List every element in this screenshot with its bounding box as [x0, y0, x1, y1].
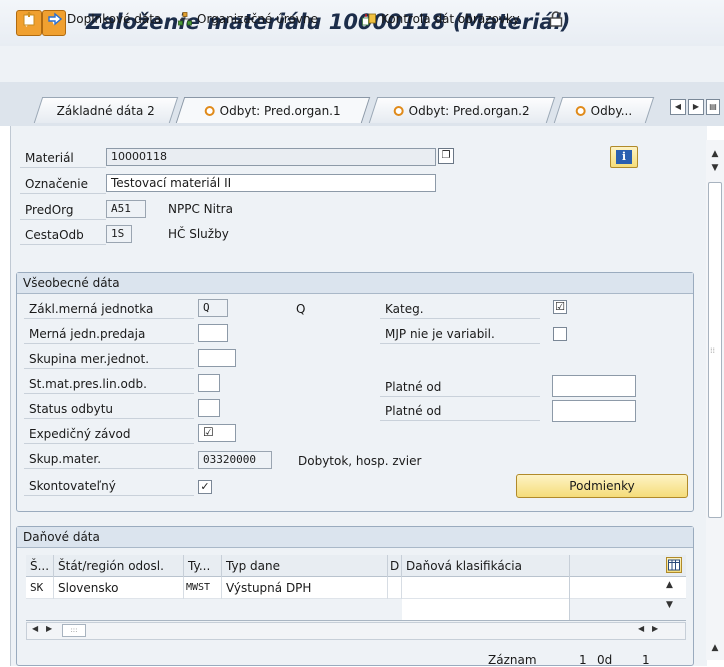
additional-data-button[interactable]: Doplnkové dáta — [48, 9, 161, 29]
cell-tax-type: Výstupná DPH — [222, 577, 388, 599]
check-data-icon — [362, 13, 376, 26]
col-departure-country[interactable]: Štát/región odosl. — [54, 555, 184, 577]
tab-sales-org-2-label: Odbyt: Pred.organ.2 — [408, 103, 530, 118]
delivering-plant-field[interactable]: ☑ — [198, 424, 236, 442]
uom-group-label: Skupina mer.jednot. — [24, 349, 194, 369]
base-uom-field[interactable]: Q — [198, 299, 228, 317]
cell-d — [388, 577, 402, 599]
of-label: 0d — [597, 653, 613, 667]
tab-sales-org-2[interactable]: Odbyt: Pred.organ.2 — [368, 97, 556, 123]
var-uom-checkbox[interactable] — [553, 327, 567, 341]
col-tax-classification[interactable]: Daňová klasifikácia — [402, 555, 570, 577]
material-group-text: Dobytok, hosp. zvier — [298, 454, 422, 468]
scroll-up-bottom-icon[interactable]: ▲ — [706, 640, 724, 656]
valid-from-label-1: Platné od — [380, 377, 540, 397]
uom-group-field[interactable] — [198, 349, 236, 367]
material-group-field[interactable]: 03320000 — [198, 451, 272, 469]
entry-value: 1 — [579, 653, 587, 667]
new-data-icon[interactable] — [22, 9, 38, 29]
designation-field[interactable]: Testovací materiál II — [106, 174, 436, 192]
dist-channel-field[interactable]: 1S — [106, 225, 132, 243]
sales-org-name: NPPC Nitra — [168, 202, 233, 216]
cash-discount-label: Skontovateľný — [24, 476, 194, 496]
tab-scroll-right-icon[interactable]: ▶ — [688, 99, 704, 115]
base-uom-text: Q — [296, 302, 306, 316]
tab-scroll-left-icon[interactable]: ◀ — [670, 99, 686, 115]
base-uom-label: Zákl.merná jednotka — [24, 299, 194, 319]
lock-icon[interactable] — [549, 9, 563, 29]
cash-discount-checkbox[interactable]: ✓ — [198, 480, 212, 494]
org-levels-button[interactable]: Organizačné úrovne — [178, 9, 318, 29]
hscroll-left2-icon[interactable]: ◀ — [638, 624, 644, 633]
tab-list-icon[interactable]: ▤ — [706, 99, 720, 115]
hscroll-right2-icon[interactable]: ▶ — [652, 624, 658, 633]
tab-basic-data-2-label: Základné dáta 2 — [56, 103, 155, 118]
application-toolbar — [0, 46, 724, 82]
table-hscrollbar[interactable] — [26, 622, 686, 640]
var-uom-label: MJP nie je variabil. — [380, 324, 540, 344]
col-d[interactable]: D — [388, 555, 402, 577]
radio-icon — [575, 105, 586, 116]
category-field[interactable]: ☑ — [553, 300, 567, 314]
tab-sales-more-label: Odby... — [590, 103, 633, 118]
tax-data-title: Daňové dáta — [17, 527, 693, 548]
material-label: Materiál — [20, 148, 106, 168]
sales-status-field[interactable] — [198, 399, 220, 417]
org-levels-icon — [178, 12, 192, 26]
scroll-down-icon[interactable]: ▼ — [706, 160, 724, 176]
total-value: 1 — [642, 653, 650, 667]
col-tax-type[interactable]: Typ dane — [222, 555, 388, 577]
cell-tax-category: MWST — [184, 577, 222, 599]
radio-icon — [204, 105, 215, 116]
check-screen-data-button[interactable]: Kontrola dát obrazovky — [362, 9, 520, 29]
valid-from-field-1[interactable] — [552, 375, 636, 397]
hscroll-thumb[interactable]: ::: — [62, 624, 86, 637]
delivering-plant-label: Expedičný závod — [24, 424, 194, 444]
scroll-grip-icon: ⁞⁞ — [710, 346, 716, 355]
cell-country-code: SK — [26, 577, 54, 599]
general-data-title: Všeobecné dáta — [17, 273, 693, 294]
sales-unit-field[interactable] — [198, 324, 228, 342]
additional-data-label: Doplnkové dáta — [67, 12, 162, 26]
table-scroll-up-icon[interactable]: ▲ — [666, 580, 673, 590]
designation-label: Označenie — [20, 174, 106, 194]
table-scroll-down-icon[interactable]: ▼ — [666, 600, 673, 610]
tab-basic-data-2[interactable]: Základné dáta 2 — [33, 97, 179, 123]
dist-channel-label: CestaOdb — [20, 225, 106, 245]
sales-status-label: Status odbytu — [24, 399, 194, 419]
sales-org-field[interactable]: A51 — [106, 200, 146, 218]
material-field[interactable]: 10000118 — [106, 148, 436, 166]
info-button[interactable]: i — [610, 146, 638, 168]
hscroll-left-icon[interactable]: ◀ — [32, 624, 38, 633]
category-label: Kateg. — [380, 299, 540, 319]
col-tax-category[interactable]: Ty... — [184, 555, 222, 577]
xdist-status-label: St.mat.pres.lin.odb. — [24, 374, 194, 394]
col-country-code[interactable]: Š... — [26, 555, 54, 577]
tab-sales-more[interactable]: Odby... — [553, 97, 655, 123]
tab-sales-org-1[interactable]: Odbyt: Pred.organ.1 — [175, 97, 371, 123]
xdist-status-field[interactable] — [198, 374, 220, 392]
info-icon: i — [616, 150, 632, 164]
radio-icon — [393, 105, 404, 116]
copy-icon[interactable]: ❐ — [438, 148, 454, 164]
check-screen-data-label: Kontrola dát obrazovky — [381, 12, 520, 26]
hscroll-right-icon[interactable]: ▶ — [46, 624, 52, 633]
cell-departure-country: Slovensko — [54, 577, 184, 599]
cell-tax-classification-empty[interactable] — [402, 599, 570, 620]
valid-from-label-2: Platné od — [380, 401, 540, 421]
tab-sales-org-1-label: Odbyt: Pred.organ.1 — [219, 103, 341, 118]
org-levels-label: Organizačné úrovne — [197, 12, 318, 26]
dist-channel-name: HČ Služby — [168, 227, 229, 241]
arrow-right-icon — [48, 12, 62, 26]
table-empty-row — [26, 599, 686, 620]
sales-unit-label: Merná jedn.predaja — [24, 324, 194, 344]
valid-from-field-2[interactable] — [552, 400, 636, 422]
sales-org-label: PredOrg — [20, 200, 106, 220]
table-settings-icon[interactable] — [666, 557, 682, 573]
material-group-label: Skup.mater. — [24, 449, 194, 469]
entry-label: Záznam — [488, 653, 537, 667]
cell-tax-classification[interactable] — [402, 577, 570, 599]
conditions-button[interactable]: Podmienky — [516, 474, 688, 498]
